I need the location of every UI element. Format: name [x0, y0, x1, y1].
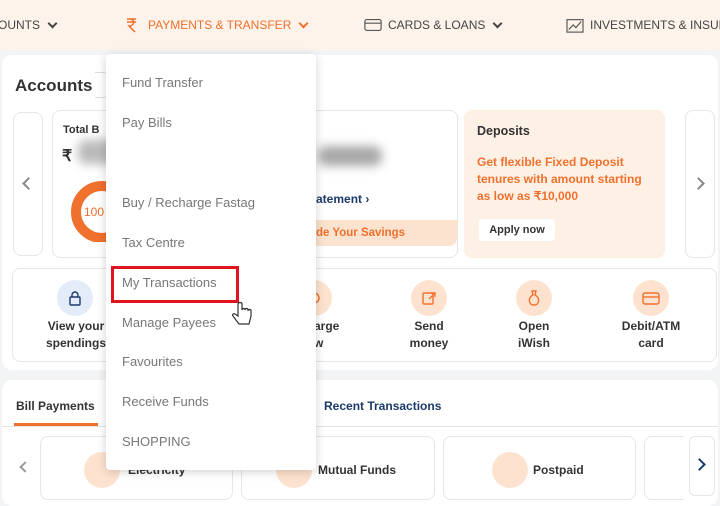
menu-item-favourites[interactable]: Favourites	[122, 354, 183, 369]
quick-action-send-money[interactable]: Send money	[394, 318, 464, 352]
bill-label-postpaid: Postpaid	[533, 463, 584, 477]
piggy-bag-icon[interactable]	[516, 280, 552, 316]
bill-card-partial	[644, 436, 684, 500]
qa-label-line1: Open	[518, 319, 550, 333]
apply-now-button[interactable]: Apply now	[479, 219, 555, 241]
menu-item-fastag[interactable]: Buy / Recharge Fastag	[122, 195, 255, 210]
menu-item-manage-payees[interactable]: Manage Payees	[122, 315, 216, 330]
card-icon	[364, 19, 382, 31]
chevron-right-icon: ›	[365, 192, 370, 206]
debit-card-icon[interactable]	[633, 280, 669, 316]
chevron-down-icon	[492, 18, 503, 28]
top-nav: OUNTS PAYMENTS & TRANSFER CARDS & LOANS …	[0, 0, 720, 50]
bill-label-mutual-funds: Mutual Funds	[318, 463, 396, 477]
tab-recent-transactions[interactable]: Recent Transactions	[324, 399, 441, 413]
chart-icon	[566, 19, 584, 33]
tab-bill-payments[interactable]: Bill Payments	[16, 399, 95, 413]
chevron-down-icon	[47, 18, 58, 28]
qa-label-line1: Debit/ATM	[621, 319, 681, 333]
send-money-icon[interactable]	[411, 280, 447, 316]
quick-action-recharge[interactable]: arge w	[314, 318, 354, 352]
quick-action-open-iwish[interactable]: Open iWish	[499, 318, 569, 352]
nav-investments-label: INVESTMENTS & INSUR	[590, 18, 720, 32]
statement-link-label: atement	[316, 192, 363, 206]
hand-cursor-icon	[232, 301, 252, 325]
nav-payments-transfer[interactable]: PAYMENTS & TRANSFER	[124, 0, 309, 50]
deposits-text: Get flexible Fixed Deposit tenures with …	[477, 155, 642, 203]
nav-accounts[interactable]: OUNTS	[0, 0, 58, 50]
menu-item-receive-funds[interactable]: Receive Funds	[122, 394, 209, 409]
menu-item-tax-centre[interactable]: Tax Centre	[122, 235, 185, 250]
quick-action-view-spendings[interactable]: View your spendings	[38, 318, 114, 352]
statement-link[interactable]: atement ›	[316, 192, 369, 206]
qa-label-line2: spendings	[45, 336, 106, 350]
accounts-title: Accounts	[15, 76, 93, 95]
quick-action-debit-card[interactable]: Debit/ATM card	[606, 318, 696, 352]
nav-accounts-label: OUNTS	[0, 18, 40, 32]
menu-item-shopping[interactable]: SHOPPING	[122, 434, 191, 449]
lock-icon[interactable]	[57, 280, 93, 316]
qa-label-line2: iWish	[518, 336, 550, 350]
qa-label-line2: w	[314, 336, 324, 350]
nav-cards-loans[interactable]: CARDS & LOANS	[364, 0, 503, 50]
nav-cards-label: CARDS & LOANS	[388, 18, 486, 32]
currency-symbol: ₹	[62, 148, 73, 165]
rupee-hand-icon	[127, 18, 136, 33]
qa-label-line1: Send	[414, 319, 444, 333]
menu-item-pay-bills[interactable]: Pay Bills	[122, 115, 172, 130]
chevron-down-icon	[298, 18, 309, 28]
total-balance-label: Total B	[63, 124, 100, 136]
donut-label: 100	[84, 205, 104, 219]
nav-investments[interactable]: INVESTMENTS & INSUR	[566, 0, 720, 50]
blurred-amount	[318, 146, 382, 166]
qa-label-line1: View your	[47, 319, 105, 333]
qa-label-line2: card	[638, 336, 664, 350]
qa-label-line1: arge	[314, 319, 340, 333]
qa-label-line2: money	[409, 336, 449, 350]
nav-payments-label: PAYMENTS & TRANSFER	[148, 18, 292, 32]
savings-cta-label: de Your Savings	[316, 227, 406, 239]
postpaid-icon	[492, 452, 528, 488]
highlight-box	[111, 266, 239, 303]
menu-item-fund-transfer[interactable]: Fund Transfer	[122, 75, 203, 90]
deposits-title: Deposits	[477, 124, 530, 138]
